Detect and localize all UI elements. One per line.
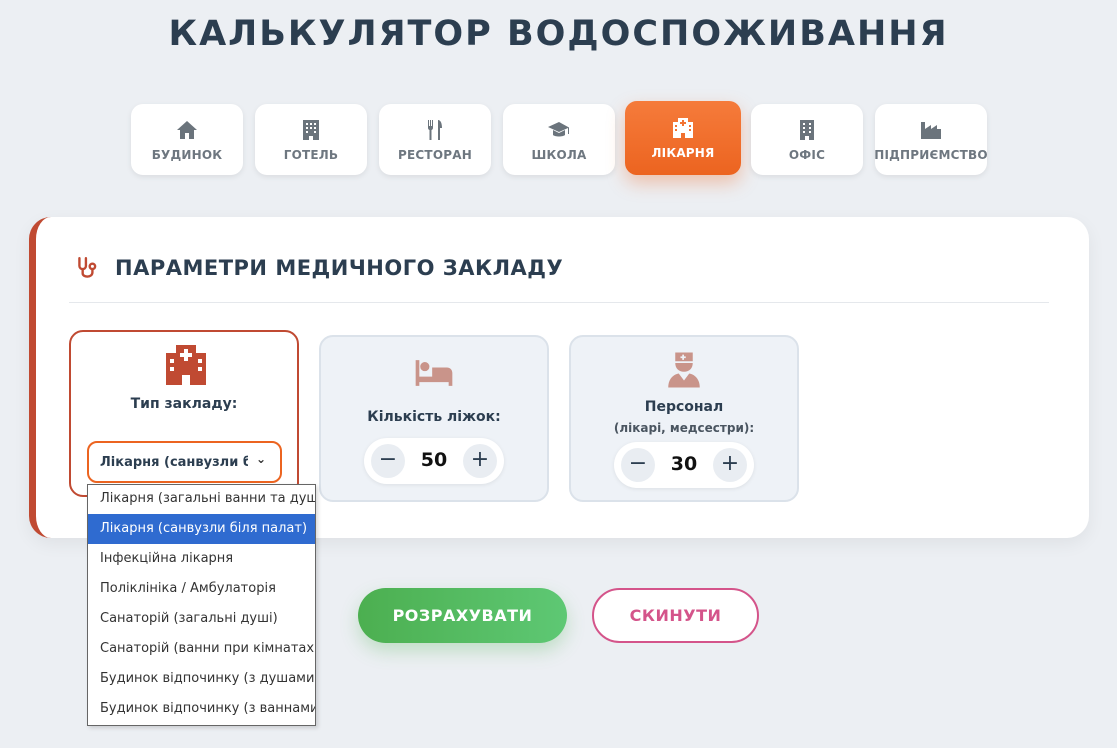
tab-school[interactable]: ШКОЛА	[503, 104, 615, 175]
tab-office[interactable]: ОФІС	[751, 104, 863, 175]
staff-box: Персонал (лікарі, медсестри): − 30 +	[569, 335, 799, 502]
tab-hotel[interactable]: ГОТЕЛЬ	[255, 104, 367, 175]
hospital-icon	[166, 345, 206, 385]
calculate-button[interactable]: РОЗРАХУВАТИ	[358, 588, 567, 643]
factory-icon	[921, 121, 941, 139]
select-value: Лікарня (санвузли бі...	[100, 454, 248, 470]
nurse-icon	[668, 352, 700, 388]
house-icon	[177, 120, 197, 139]
staff-stepper: − 30 +	[614, 442, 754, 488]
beds-value[interactable]: 50	[404, 449, 464, 471]
beds-label: Кількість ліжок:	[367, 409, 501, 425]
beds-box: Кількість ліжок: − 50 +	[319, 335, 549, 502]
beds-stepper: − 50 +	[364, 438, 504, 484]
section-title: ПАРАМЕТРИ МЕДИЧНОГО ЗАКЛАДУ	[115, 256, 564, 280]
divider	[69, 302, 1049, 303]
tab-label: ПІДПРИЄМСТВО	[874, 147, 988, 162]
hotel-building-icon	[303, 119, 319, 140]
office-building-icon	[800, 119, 814, 140]
card-header: ПАРАМЕТРИ МЕДИЧНОГО ЗАКЛАДУ	[74, 255, 563, 281]
graduation-cap-icon	[548, 121, 569, 136]
decrement-button[interactable]: −	[621, 448, 655, 482]
dropdown-option[interactable]: Лікарня (санвузли біля палат)	[88, 514, 315, 544]
tab-label: ОФІС	[788, 147, 826, 162]
reset-button[interactable]: СКИНУТИ	[592, 588, 759, 643]
staff-value[interactable]: 30	[654, 453, 714, 475]
decrement-button[interactable]: −	[371, 444, 405, 478]
dropdown-option[interactable]: Санаторій (загальні душі)	[88, 604, 315, 634]
dropdown-option[interactable]: Будинок відпочинку (з душами)	[88, 664, 315, 694]
page-title: КАЛЬКУЛЯТОР ВОДОСПОЖИВАННЯ	[168, 14, 949, 54]
bed-icon	[415, 360, 453, 386]
dropdown-option[interactable]: Будинок відпочинку (з ваннами)	[88, 694, 315, 724]
tab-label: БУДИНОК	[151, 147, 223, 162]
facility-type-select[interactable]: Лікарня (санвузли бі... ⌄	[87, 441, 282, 483]
increment-button[interactable]: +	[463, 444, 497, 478]
tab-label: РЕСТОРАН	[398, 147, 472, 162]
tab-enterprise[interactable]: ПІДПРИЄМСТВО	[874, 104, 988, 175]
hospital-icon	[673, 118, 693, 138]
chevron-down-icon: ⌄	[255, 452, 266, 466]
facility-type-label: Тип закладу:	[130, 396, 238, 412]
dropdown-option[interactable]: Інфекційна лікарня	[88, 544, 315, 574]
dropdown-option[interactable]: Санаторій (ванни при кімнатах)	[88, 634, 315, 664]
tab-label: ЛІКАРНЯ	[651, 146, 715, 160]
tab-house[interactable]: БУДИНОК	[131, 104, 243, 175]
staff-label: Персонал	[644, 399, 724, 415]
facility-type-box: Тип закладу: Лікарня (санвузли бі... ⌄	[69, 330, 299, 497]
fork-knife-icon	[428, 119, 442, 140]
tab-label: ШКОЛА	[531, 147, 587, 162]
dropdown-option[interactable]: Поліклініка / Амбулаторія	[88, 574, 315, 604]
increment-button[interactable]: +	[713, 448, 747, 482]
tab-restaurant[interactable]: РЕСТОРАН	[379, 104, 491, 175]
staff-sublabel: (лікарі, медсестри):	[613, 421, 755, 435]
facility-type-dropdown: Лікарня (загальні ванни та душові) Лікар…	[87, 484, 316, 726]
dropdown-option[interactable]: Лікарня (загальні ванни та душові)	[88, 485, 315, 514]
stethoscope-icon	[78, 257, 97, 278]
tab-label: ГОТЕЛЬ	[283, 147, 339, 162]
tab-hospital[interactable]: ЛІКАРНЯ	[625, 101, 741, 175]
